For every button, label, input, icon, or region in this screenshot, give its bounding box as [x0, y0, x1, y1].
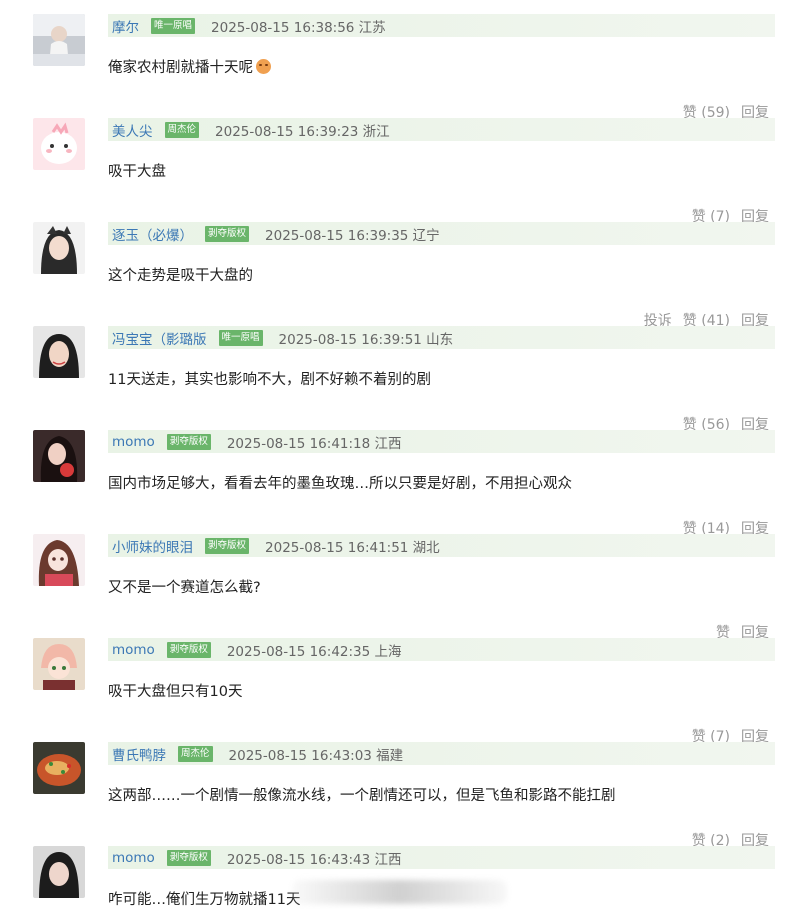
- avatar[interactable]: [33, 118, 85, 170]
- comment-text: 这个走势是吸干大盘的: [108, 268, 253, 284]
- comment-item: 曹氏鸭脖 周杰伦 2025-08-15 16:43:03 福建 这两部……一个剧…: [0, 742, 795, 849]
- comment-text: 又不是一个赛道怎么截?: [108, 580, 261, 596]
- comment-item: 逐玉（必爆） 剥夺版权 2025-08-15 16:39:35 辽宁 这个走势是…: [0, 222, 795, 329]
- timestamp: 2025-08-15 16:39:51 山东: [278, 331, 454, 348]
- avatar[interactable]: [33, 222, 85, 274]
- comment-item: 摩尔 唯一原唱 2025-08-15 16:38:56 江苏 俺家农村剧就播十天…: [0, 14, 795, 121]
- emoji-icon: [256, 59, 271, 74]
- timestamp: 2025-08-15 16:41:18 江西: [226, 435, 402, 452]
- comment-meta: momo 剥夺版权 2025-08-15 16:42:35 上海: [108, 638, 775, 661]
- timestamp: 2025-08-15 16:42:35 上海: [226, 643, 402, 660]
- username-link[interactable]: 曹氏鸭脖: [112, 744, 166, 764]
- comment-item: 小师妹的眼泪 剥夺版权 2025-08-15 16:41:51 湖北 又不是一个…: [0, 534, 795, 641]
- username-link[interactable]: 冯宝宝（影璐版: [112, 328, 207, 348]
- user-badge[interactable]: 剥夺版权: [166, 849, 211, 866]
- comment-text: 11天送走，其实也影响不大，剧不好赖不着别的剧: [108, 372, 431, 388]
- username-link[interactable]: momo: [112, 850, 155, 866]
- comment-text: 吸干大盘但只有10天: [108, 684, 243, 700]
- comment-item: 美人尖 周杰伦 2025-08-15 16:39:23 浙江 吸干大盘 赞 (7…: [0, 118, 795, 225]
- username-link[interactable]: 小师妹的眼泪: [112, 536, 193, 556]
- comment-meta: 逐玉（必爆） 剥夺版权 2025-08-15 16:39:35 辽宁: [108, 222, 775, 245]
- comment-item: momo 剥夺版权 2025-08-15 16:41:18 江西 国内市场足够大…: [0, 430, 795, 537]
- comment-meta: 曹氏鸭脖 周杰伦 2025-08-15 16:43:03 福建: [108, 742, 775, 765]
- username-link[interactable]: momo: [112, 434, 155, 450]
- user-badge[interactable]: 剥夺版权: [205, 537, 250, 554]
- avatar[interactable]: [33, 534, 85, 586]
- avatar[interactable]: [33, 742, 85, 794]
- blurred-watermark: [292, 880, 507, 904]
- username-link[interactable]: 摩尔: [112, 16, 139, 36]
- avatar[interactable]: [33, 14, 85, 66]
- avatar[interactable]: [33, 638, 85, 690]
- comment-text: 这两部……一个剧情一般像流水线，一个剧情还可以，但是飞鱼和影路不能扛剧: [108, 788, 616, 804]
- comment-list: 摩尔 唯一原唱 2025-08-15 16:38:56 江苏 俺家农村剧就播十天…: [0, 0, 795, 909]
- comment-item: momo 剥夺版权 2025-08-15 16:42:35 上海 吸干大盘但只有…: [0, 638, 795, 745]
- comment-meta: 摩尔 唯一原唱 2025-08-15 16:38:56 江苏: [108, 14, 775, 37]
- comment-meta: 小师妹的眼泪 剥夺版权 2025-08-15 16:41:51 湖北: [108, 534, 775, 557]
- username-link[interactable]: momo: [112, 642, 155, 658]
- avatar[interactable]: [33, 846, 85, 898]
- timestamp: 2025-08-15 16:41:51 湖北: [265, 539, 440, 556]
- timestamp: 2025-08-15 16:43:03 福建: [228, 747, 404, 764]
- comment-meta: 冯宝宝（影璐版 唯一原唱 2025-08-15 16:39:51 山东: [108, 326, 775, 349]
- avatar[interactable]: [33, 326, 85, 378]
- user-badge[interactable]: 周杰伦: [164, 121, 200, 138]
- timestamp: 2025-08-15 16:43:43 江西: [226, 851, 402, 868]
- timestamp: 2025-08-15 16:38:56 江苏: [211, 19, 386, 36]
- comment-item: 冯宝宝（影璐版 唯一原唱 2025-08-15 16:39:51 山东 11天送…: [0, 326, 795, 433]
- username-link[interactable]: 逐玉（必爆）: [112, 224, 193, 244]
- user-badge[interactable]: 周杰伦: [178, 745, 213, 762]
- comment-meta: 美人尖 周杰伦 2025-08-15 16:39:23 浙江: [108, 118, 775, 141]
- comment-text: 国内市场足够大，看看去年的墨鱼玫瑰…所以只要是好剧，不用担心观众: [108, 476, 572, 492]
- timestamp: 2025-08-15 16:39:23 浙江: [215, 123, 390, 140]
- avatar[interactable]: [33, 430, 85, 482]
- comment-meta: momo 剥夺版权 2025-08-15 16:41:18 江西: [108, 430, 775, 453]
- timestamp: 2025-08-15 16:39:35 辽宁: [265, 227, 440, 244]
- user-badge[interactable]: 剥夺版权: [166, 433, 211, 450]
- user-badge[interactable]: 剥夺版权: [205, 225, 250, 242]
- comment-text: 吸干大盘: [108, 164, 166, 180]
- comment-text: 俺家农村剧就播十天呢: [108, 56, 271, 77]
- comment-text: 咋可能…俺们生万物就播11天: [108, 892, 301, 908]
- comment-meta: momo 剥夺版权 2025-08-15 16:43:43 江西: [108, 846, 775, 869]
- user-badge[interactable]: 唯一原唱: [151, 17, 196, 34]
- username-link[interactable]: 美人尖: [112, 120, 153, 140]
- user-badge[interactable]: 唯一原唱: [218, 329, 263, 346]
- user-badge[interactable]: 剥夺版权: [166, 641, 211, 658]
